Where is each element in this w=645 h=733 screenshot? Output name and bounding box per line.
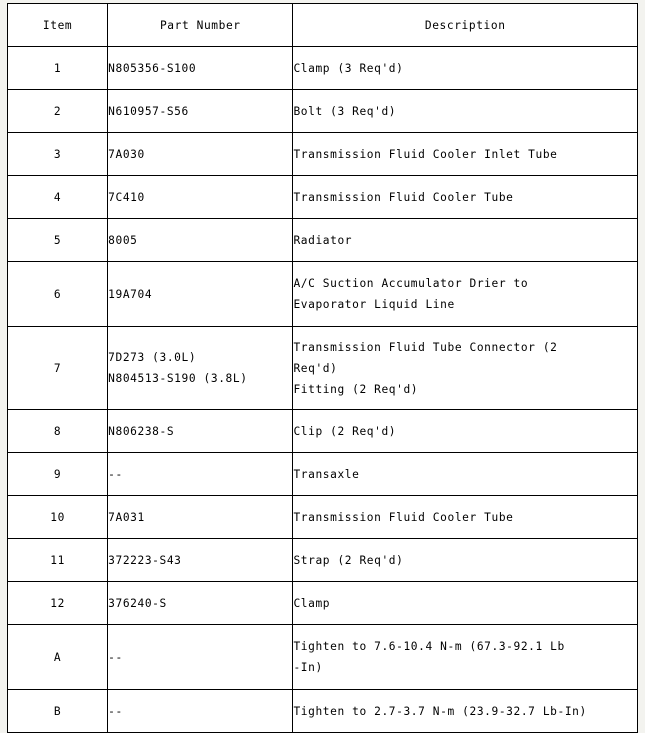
- table-row: 10 7A031 Transmission Fluid Cooler Tube: [6, 495, 638, 539]
- cell-description: Transmission Fluid Cooler Tube: [292, 175, 638, 219]
- description-line: Strap (2 Req'd): [293, 553, 404, 567]
- cell-part-number: 19A704: [107, 261, 294, 327]
- part-number-line: --: [108, 650, 123, 664]
- cell-item-number: 7: [6, 326, 109, 410]
- description-line: Transmission Fluid Tube Connector (2: [293, 340, 558, 354]
- part-number-line: 7C410: [108, 190, 145, 204]
- cell-item-number: A: [6, 624, 109, 690]
- cell-description: A/C Suction Accumulator Drier to Evaporat…: [292, 261, 638, 327]
- description-line: Req'd): [293, 361, 338, 375]
- cell-description: Transmission Fluid Cooler Inlet Tube: [292, 132, 638, 176]
- cell-item-number: 9: [6, 452, 109, 496]
- cell-description: Clamp (3 Req'd): [292, 46, 638, 90]
- table-row: 6 19A704 A/C Suction Accumulator Drier to E…: [6, 261, 638, 327]
- cell-part-number: N610957-S56: [107, 89, 294, 133]
- part-number-line: N610957-S56: [108, 104, 189, 118]
- table-row: 4 7C410 Transmission Fluid Cooler Tube: [6, 175, 638, 219]
- cell-item-number: 5: [6, 218, 109, 262]
- table-row: A -- Tighten to 7.6-10.4 N-m (67.3-92.1 Lb…: [6, 624, 638, 690]
- cell-description: Transmission Fluid Cooler Tube: [292, 495, 638, 539]
- description-line: Tighten to 7.6-10.4 N-m (67.3-92.1 Lb: [293, 640, 565, 653]
- part-number-line: 7D273 (3.0L): [108, 351, 197, 364]
- part-number-line: 372223-S43: [108, 553, 182, 567]
- table-row: 7 7D273 (3.0L) N804513-S190 (3.8L) Transmis…: [6, 326, 638, 410]
- cell-item-number: 6: [6, 261, 109, 327]
- column-header-description: Description: [292, 3, 638, 47]
- cell-description: Transaxle: [292, 452, 638, 496]
- cell-item-number: 11: [6, 538, 109, 582]
- cell-part-number: --: [107, 452, 294, 496]
- cell-part-number: N806238-S: [107, 409, 294, 453]
- cell-item-number: 4: [6, 175, 109, 219]
- cell-item-number: B: [6, 689, 109, 733]
- part-number-line: 7A030: [108, 147, 145, 161]
- table-row: 12 376240-S Clamp: [6, 581, 638, 625]
- part-number-line: N804513-S190 (3.8L): [108, 372, 248, 385]
- description-line: Clip (2 Req'd): [293, 424, 397, 438]
- description-line: Clamp (3 Req'd): [293, 61, 404, 75]
- description-line: Transaxle: [293, 467, 360, 481]
- cell-part-number: 7A030: [107, 132, 294, 176]
- table-row: 2 N610957-S56 Bolt (3 Req'd): [6, 89, 638, 133]
- cell-part-number: --: [107, 689, 294, 733]
- cell-item-number: 3: [6, 132, 109, 176]
- column-header-part-number: Part Number: [107, 3, 294, 47]
- cell-part-number: 376240-S: [107, 581, 294, 625]
- part-number-line: N805356-S100: [108, 61, 197, 75]
- cell-part-number: N805356-S100: [107, 46, 294, 90]
- cell-part-number: 372223-S43: [107, 538, 294, 582]
- cell-description: Tighten to 2.7-3.7 N-m (23.9-32.7 Lb-In): [292, 689, 638, 733]
- cell-description: Clip (2 Req'd): [292, 409, 638, 453]
- table-row: 8 N806238-S Clip (2 Req'd): [6, 409, 638, 453]
- cell-part-number: 7C410: [107, 175, 294, 219]
- parts-table-body: Item Part Number Description 1 N805356-S100 C…: [6, 3, 638, 733]
- cell-part-number: --: [107, 624, 294, 690]
- cell-description: Radiator: [292, 218, 638, 262]
- cell-item-number: 10: [6, 495, 109, 539]
- table-row: 3 7A030 Transmission Fluid Cooler Inlet Tu…: [6, 132, 638, 176]
- cell-description: Transmission Fluid Tube Connector (2 Req'…: [292, 326, 638, 410]
- description-line: Evaporator Liquid Line: [293, 298, 455, 311]
- cell-item-number: 1: [6, 46, 109, 90]
- table-row: 1 N805356-S100 Clamp (3 Req'd): [6, 46, 638, 90]
- parts-table-container: Item Part Number Description 1 N805356-S100 C…: [6, 3, 638, 733]
- cell-item-number: 8: [6, 409, 109, 453]
- cell-part-number: 8005: [107, 218, 294, 262]
- cell-item-number: 2: [6, 89, 109, 133]
- column-header-item: Item: [6, 3, 109, 47]
- description-line: -In): [293, 661, 323, 674]
- description-line: A/C Suction Accumulator Drier to: [293, 277, 529, 290]
- part-number-line: 8005: [108, 233, 138, 247]
- part-number-line: 7A031: [108, 510, 145, 524]
- part-number-line: 376240-S: [108, 596, 167, 610]
- cell-description: Strap (2 Req'd): [292, 538, 638, 582]
- cell-item-number: 12: [6, 581, 109, 625]
- part-number-line: --: [108, 467, 123, 481]
- part-number-line: 19A704: [108, 287, 153, 301]
- cell-description: Clamp: [292, 581, 638, 625]
- table-row: 11 372223-S43 Strap (2 Req'd): [6, 538, 638, 582]
- part-number-line: --: [108, 704, 123, 718]
- description-line: Radiator: [293, 233, 353, 247]
- description-line: Clamp: [293, 596, 331, 610]
- table-header-row: Item Part Number Description: [6, 3, 638, 47]
- table-row: 9 -- Transaxle: [6, 452, 638, 496]
- description-line: Transmission Fluid Cooler Tube: [293, 190, 514, 204]
- cell-description: Tighten to 7.6-10.4 N-m (67.3-92.1 Lb -In…: [292, 624, 638, 690]
- description-line: Bolt (3 Req'd): [293, 104, 397, 118]
- description-line: Transmission Fluid Cooler Inlet Tube: [293, 147, 558, 161]
- part-number-line: N806238-S: [108, 424, 175, 438]
- description-line: Tighten to 2.7-3.7 N-m (23.9-32.7 Lb-In): [293, 704, 587, 718]
- cell-part-number: 7A031: [107, 495, 294, 539]
- description-line: Fitting (2 Req'd): [293, 382, 419, 396]
- parts-table: Item Part Number Description 1 N805356-S100 C…: [6, 3, 638, 733]
- table-row: 5 8005 Radiator: [6, 218, 638, 262]
- table-row: B -- Tighten to 2.7-3.7 N-m (23.9-32.7 Lb-…: [6, 689, 638, 733]
- cell-part-number: 7D273 (3.0L) N804513-S190 (3.8L): [107, 326, 294, 410]
- cell-description: Bolt (3 Req'd): [292, 89, 638, 133]
- description-line: Transmission Fluid Cooler Tube: [293, 510, 514, 524]
